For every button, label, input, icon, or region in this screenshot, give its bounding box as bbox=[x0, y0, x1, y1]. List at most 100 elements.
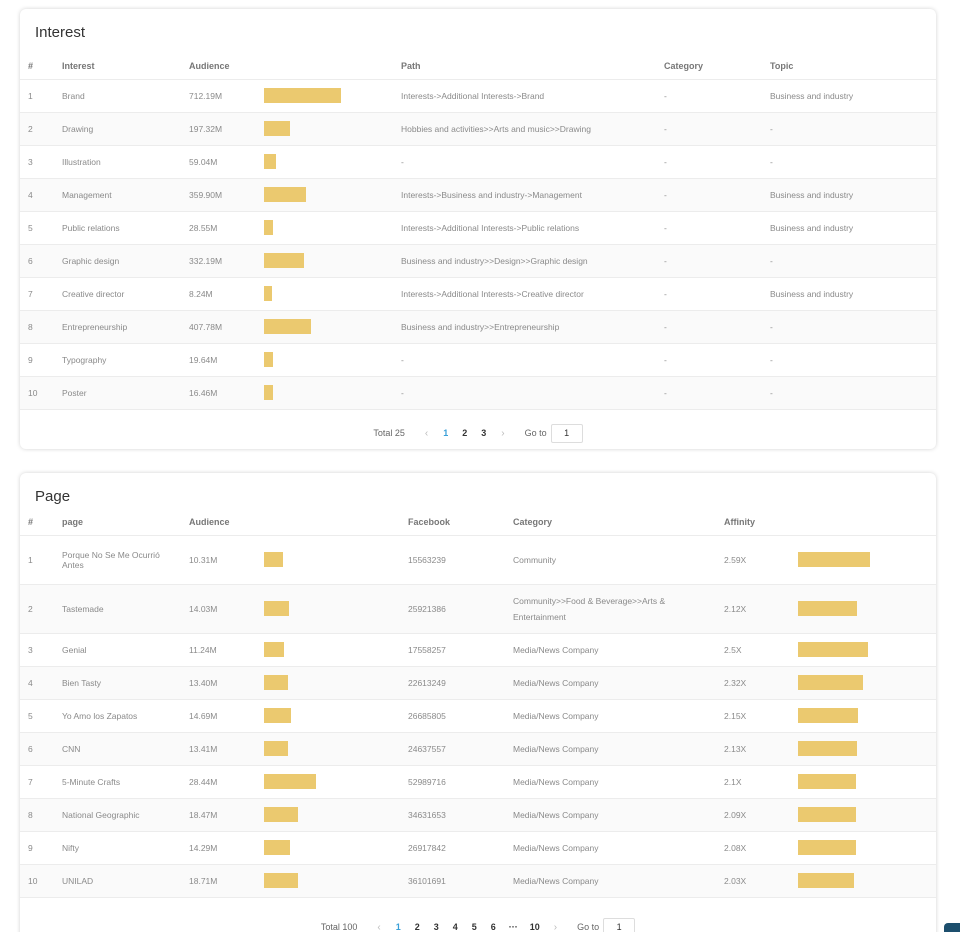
audience-bar-cell bbox=[264, 244, 401, 278]
audience-value: 19.64M bbox=[189, 343, 264, 377]
prev-page-button[interactable]: ‹ bbox=[425, 428, 428, 439]
affinity-value: 2.09X bbox=[724, 798, 798, 832]
audience-bar-cell bbox=[264, 178, 401, 212]
col-header-index: # bbox=[20, 53, 62, 80]
audience-bar bbox=[264, 88, 341, 103]
page-number-7[interactable]: ··· bbox=[509, 922, 518, 932]
col-header-category[interactable]: Category bbox=[664, 53, 770, 80]
audience-bar bbox=[264, 708, 291, 723]
table-row: 7 Creative director 8.24M Interests->Additi… bbox=[20, 277, 936, 311]
audience-value: 28.44M bbox=[189, 765, 264, 799]
row-index: 7 bbox=[20, 765, 62, 799]
audience-bar bbox=[264, 220, 273, 235]
pagination-total: Total 25 bbox=[373, 428, 405, 438]
col-header-page[interactable]: page bbox=[62, 509, 189, 536]
audience-bar-cell bbox=[264, 864, 408, 898]
interest-name: Brand bbox=[62, 79, 189, 113]
interest-name: Entrepreneurship bbox=[62, 310, 189, 344]
page-name[interactable]: Genial bbox=[62, 633, 189, 667]
col-header-facebook[interactable]: Facebook bbox=[408, 509, 513, 536]
audience-bar bbox=[264, 121, 290, 136]
facebook-id: 26685805 bbox=[408, 699, 513, 733]
affinity-bar bbox=[798, 601, 857, 616]
col-header-interest[interactable]: Interest bbox=[62, 53, 189, 80]
row-index: 3 bbox=[20, 145, 62, 179]
page-pagination: Total 100 ‹ 1 2 3 4 5 6 ··· 10 › Go to bbox=[20, 915, 936, 932]
page-number-5[interactable]: 5 bbox=[471, 922, 478, 932]
page-name[interactable]: Porque No Se Me Ocurrió Antes bbox=[62, 535, 189, 585]
col-header-affinity[interactable]: Affinity bbox=[724, 509, 798, 536]
goto-page-input[interactable] bbox=[550, 423, 583, 443]
table-row: 3 Genial 11.24M 17558257 Media/News Company 2… bbox=[20, 633, 936, 667]
page-number-1[interactable]: 1 bbox=[442, 428, 449, 438]
col-header-path[interactable]: Path bbox=[401, 53, 664, 80]
page-name[interactable]: Tastemade bbox=[62, 584, 189, 634]
affinity-bar bbox=[798, 642, 868, 657]
page-name[interactable]: Nifty bbox=[62, 831, 189, 865]
col-header-audience[interactable]: Audience bbox=[189, 509, 264, 536]
page-number-6[interactable]: 6 bbox=[490, 922, 497, 932]
audience-value: 13.40M bbox=[189, 666, 264, 700]
audience-bar bbox=[264, 840, 290, 855]
page-name[interactable]: 5-Minute Crafts bbox=[62, 765, 189, 799]
page-name[interactable]: CNN bbox=[62, 732, 189, 766]
audience-bar bbox=[264, 807, 298, 822]
audience-bar-cell bbox=[264, 145, 401, 179]
page-number-1[interactable]: 1 bbox=[395, 922, 402, 932]
page-number-3[interactable]: 3 bbox=[433, 922, 440, 932]
topic-value: Business and industry bbox=[770, 211, 936, 245]
facebook-id: 15563239 bbox=[408, 535, 513, 585]
path-value: - bbox=[401, 145, 664, 179]
col-header-category[interactable]: Category bbox=[513, 509, 724, 536]
table-row: 9 Nifty 14.29M 26917842 Media/News Company 2.… bbox=[20, 831, 936, 865]
page-header-row: # page Audience Facebook Category Affini… bbox=[20, 509, 936, 536]
facebook-id: 36101691 bbox=[408, 864, 513, 898]
page-number-2[interactable]: 2 bbox=[461, 428, 468, 438]
row-index: 9 bbox=[20, 831, 62, 865]
page-number-4[interactable]: 4 bbox=[452, 922, 459, 932]
chat-widget-icon[interactable] bbox=[944, 923, 960, 932]
topic-value: - bbox=[770, 376, 936, 410]
next-page-button[interactable]: › bbox=[554, 922, 557, 932]
page-number-3[interactable]: 3 bbox=[480, 428, 487, 438]
audience-value: 332.19M bbox=[189, 244, 264, 278]
topic-value: - bbox=[770, 145, 936, 179]
category-value: Media/News Company bbox=[513, 831, 724, 865]
topic-value: - bbox=[770, 310, 936, 344]
page-number-2[interactable]: 2 bbox=[414, 922, 421, 932]
table-row: 4 Management 359.90M Interests->Business an… bbox=[20, 178, 936, 212]
interest-name: Creative director bbox=[62, 277, 189, 311]
affinity-bar-cell bbox=[798, 831, 936, 865]
row-index: 2 bbox=[20, 112, 62, 146]
page-name[interactable]: Bien Tasty bbox=[62, 666, 189, 700]
goto-page-input[interactable] bbox=[603, 917, 636, 932]
col-header-topic[interactable]: Topic bbox=[770, 53, 936, 80]
page-name[interactable]: Yo Amo los Zapatos bbox=[62, 699, 189, 733]
page-number-8[interactable]: 10 bbox=[530, 922, 540, 932]
next-page-button[interactable]: › bbox=[501, 428, 504, 439]
affinity-value: 2.1X bbox=[724, 765, 798, 799]
audience-bar-cell bbox=[264, 79, 401, 113]
page-name[interactable]: UNILAD bbox=[62, 864, 189, 898]
interest-pagination: Total 25 ‹ 1 2 3 › Go to bbox=[20, 420, 936, 446]
category-value: - bbox=[664, 310, 770, 344]
category-value: Media/News Company bbox=[513, 765, 724, 799]
audience-bar bbox=[264, 774, 316, 789]
audience-bar-cell bbox=[264, 277, 401, 311]
category-value: - bbox=[664, 145, 770, 179]
col-header-audience[interactable]: Audience bbox=[189, 53, 264, 80]
page-table: # page Audience Facebook Category Affini… bbox=[20, 509, 936, 898]
audience-bar-cell bbox=[264, 343, 401, 377]
affinity-bar-cell bbox=[798, 666, 936, 700]
interest-name: Drawing bbox=[62, 112, 189, 146]
col-header-audience-bar bbox=[264, 53, 401, 80]
page-name[interactable]: National Geographic bbox=[62, 798, 189, 832]
interest-title: Interest bbox=[35, 24, 86, 41]
path-value: - bbox=[401, 343, 664, 377]
audience-value: 197.32M bbox=[189, 112, 264, 146]
facebook-id: 52989716 bbox=[408, 765, 513, 799]
table-row: 6 CNN 13.41M 24637557 Media/News Company 2.13… bbox=[20, 732, 936, 766]
category-value: Media/News Company bbox=[513, 666, 724, 700]
facebook-id: 26917842 bbox=[408, 831, 513, 865]
prev-page-button[interactable]: ‹ bbox=[377, 922, 380, 932]
